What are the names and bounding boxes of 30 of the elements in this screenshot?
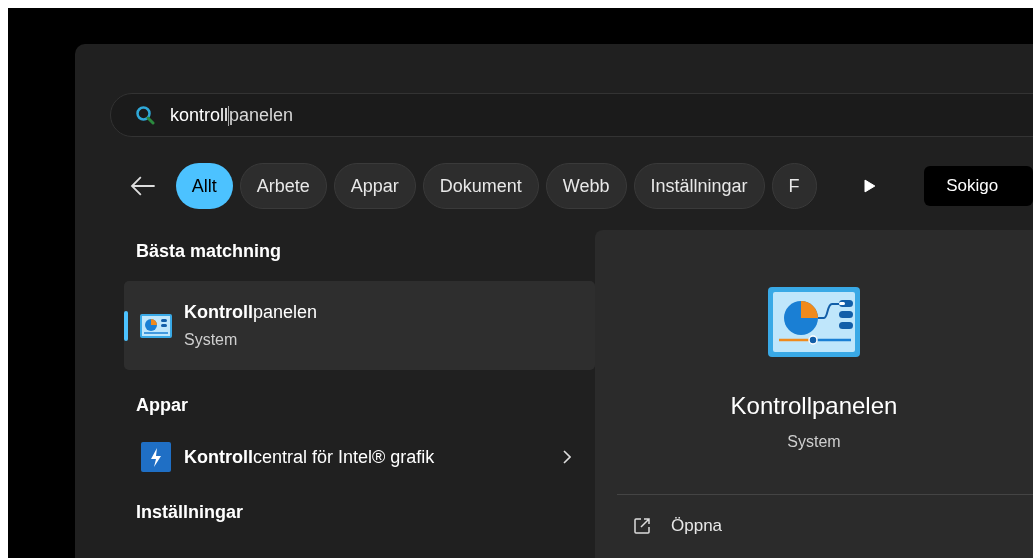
filter-tab[interactable]: Webb [545, 163, 627, 209]
detail-subtitle: System [787, 432, 841, 452]
section-heading: Inställningar [136, 501, 244, 524]
external-link-icon [633, 516, 651, 535]
filter-tab[interactable]: Inställningar [633, 163, 765, 209]
control-panel-icon [140, 313, 172, 338]
filter-tab[interactable]: Dokument [422, 163, 539, 209]
lightning-app-icon [140, 442, 172, 472]
selection-indicator [124, 311, 128, 341]
result-title: Kontrollpanelen [184, 301, 319, 324]
filter-tab[interactable]: Arbete [239, 163, 327, 209]
result-item[interactable]: Kontrollcentral för Intel® grafik [124, 437, 595, 477]
play-icon[interactable] [864, 179, 877, 193]
filter-tab[interactable]: F [771, 163, 817, 209]
open-action[interactable]: Öppna [671, 513, 723, 539]
control-panel-icon [767, 286, 861, 358]
filter-tab[interactable]: Allt [175, 163, 233, 209]
search-field[interactable]: kontrollpanelen [110, 93, 1033, 137]
chevron-right-icon[interactable] [563, 450, 571, 464]
detail-title: Kontrollpanelen [730, 391, 898, 421]
filter-tab[interactable]: Appar [333, 163, 416, 209]
result-title: Kontrollcentral för Intel® grafik [184, 445, 436, 469]
search-icon [135, 105, 155, 125]
search-text: kontrollpanelen [170, 103, 294, 128]
account-button[interactable]: Sokigo [924, 166, 1033, 206]
result-subtitle: System [184, 330, 239, 350]
result-item[interactable]: Kontrollpanelen System [124, 281, 595, 370]
section-heading: Appar [136, 394, 189, 417]
section-heading: Bästa matchning [136, 240, 283, 263]
back-arrow-icon[interactable] [130, 176, 156, 196]
